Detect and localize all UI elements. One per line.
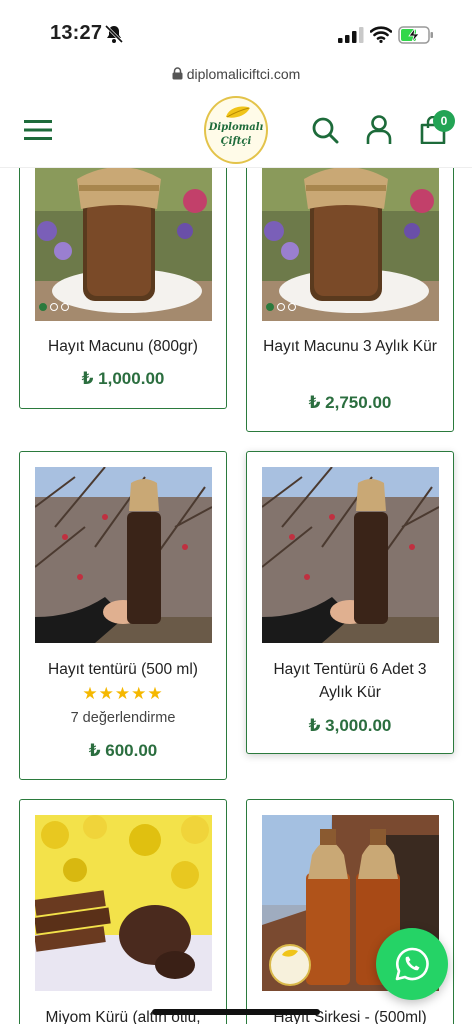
logo-text-line1: Diplomalı: [208, 122, 264, 133]
slider-dot[interactable]: [61, 303, 69, 311]
slider-dot[interactable]: [50, 303, 58, 311]
slider-dot[interactable]: [277, 303, 285, 311]
status-bar: 13:27: [0, 0, 472, 64]
search-icon[interactable]: [311, 116, 339, 144]
product-price: ₺ 3,000.00: [308, 716, 392, 735]
product-image[interactable]: [35, 815, 212, 991]
address-bar[interactable]: diplomaliciftci.com: [0, 66, 472, 94]
product-title[interactable]: Hayıt tentürü (500 ml): [28, 658, 218, 681]
whatsapp-icon: [395, 947, 429, 981]
product-card[interactable]: Hayıt tentürü (500 ml) ★★★★★ 7 değerlend…: [19, 451, 227, 780]
product-card[interactable]: Hayıt Macunu 3 Aylık Kür ₺ 2,750.00: [246, 130, 454, 432]
site-header: Diplomalı Çiftçi 0: [0, 94, 472, 168]
product-title[interactable]: Hayıt Macunu 3 Aylık Kür: [263, 335, 437, 358]
menu-icon[interactable]: [24, 118, 52, 142]
whatsapp-chat-button[interactable]: [376, 928, 448, 1000]
review-count[interactable]: 7 değerlendirme: [20, 710, 226, 726]
slider-dot[interactable]: [266, 303, 274, 311]
image-slider-dots[interactable]: [39, 303, 69, 311]
home-indicator: [152, 1009, 320, 1015]
account-icon[interactable]: [366, 115, 392, 145]
product-card[interactable]: Hayıt Macunu (800gr) ₺ 1,000.00: [19, 130, 227, 409]
status-time: 13:27: [50, 22, 103, 44]
rating-stars: ★★★★★: [82, 684, 164, 703]
product-price: ₺ 1,000.00: [81, 369, 165, 388]
cart-count-badge[interactable]: 0: [433, 110, 455, 132]
product-title[interactable]: Hayıt Tentürü 6 Adet 3 Aylık Kür: [259, 658, 441, 704]
site-logo[interactable]: Diplomalı Çiftçi: [204, 96, 268, 164]
product-card[interactable]: Hayıt Tentürü 6 Adet 3 Aylık Kür ₺ 3,000…: [246, 451, 454, 754]
lock-icon: [172, 67, 183, 80]
leaf-icon: [226, 106, 250, 118]
wifi-icon: [370, 26, 392, 43]
product-price: ₺ 600.00: [88, 741, 158, 760]
slider-dot[interactable]: [39, 303, 47, 311]
logo-text-line2: Çiftçi: [220, 136, 252, 147]
bell-slash-icon: [104, 24, 124, 44]
product-card[interactable]: Miyom Kürü (altın otlu,: [19, 799, 227, 1024]
product-price: ₺ 2,750.00: [308, 393, 392, 412]
cellular-signal-icon: [338, 27, 364, 43]
battery-charging-icon: [398, 26, 433, 44]
slider-dot[interactable]: [288, 303, 296, 311]
product-image[interactable]: [262, 467, 439, 643]
product-image[interactable]: [35, 467, 212, 643]
url-text: diplomaliciftci.com: [186, 66, 301, 82]
image-slider-dots[interactable]: [266, 303, 296, 311]
product-title[interactable]: Hayıt Macunu (800gr): [28, 335, 218, 358]
